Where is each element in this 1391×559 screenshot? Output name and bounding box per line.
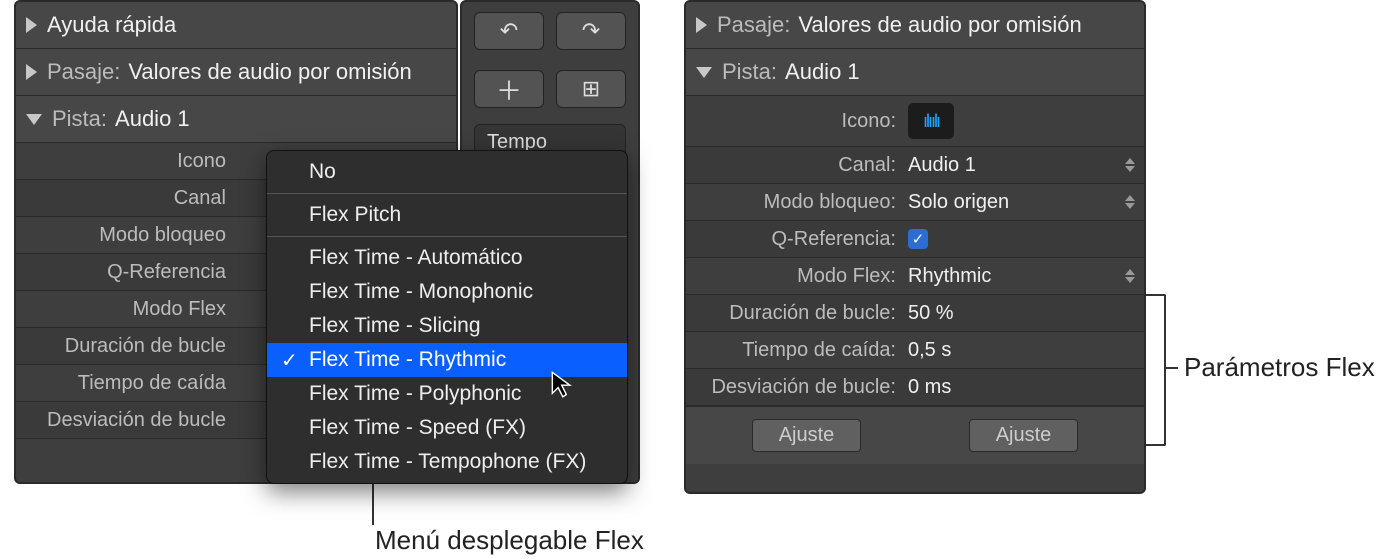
label-caida: Tiempo de caída: — [686, 339, 902, 362]
stepper-icon[interactable] — [1122, 155, 1138, 175]
value-desv[interactable]: 0 ms — [902, 376, 1144, 399]
stepper-icon[interactable] — [1122, 266, 1138, 286]
pista-value: Audio 1 — [785, 59, 860, 85]
label-qref: Q-Referencia — [16, 261, 232, 284]
label-caida: Tiempo de caída — [16, 372, 232, 395]
popup-item-mono[interactable]: Flex Time - Monophonic — [267, 275, 627, 309]
inspector-right: Pasaje: Valores de audio por omisión Pis… — [684, 0, 1146, 494]
label-dur: Duración de bucle: — [686, 302, 902, 325]
pasaje-label: Pasaje: — [717, 12, 790, 38]
callout-flex-menu: Menú desplegable Flex — [375, 525, 644, 556]
disclosure-down-icon[interactable] — [696, 67, 712, 78]
add-track-button[interactable]: ⊞ — [556, 70, 626, 108]
curve-tool-button[interactable]: ↶ — [474, 12, 544, 50]
pasaje-label: Pasaje: — [47, 59, 120, 85]
popup-item-pitch[interactable]: Flex Pitch — [267, 198, 627, 232]
bracket-stem — [1164, 367, 1178, 369]
label-canal: Canal: — [686, 154, 902, 177]
value-dur[interactable]: 50 % — [902, 302, 1144, 325]
plus-box-icon: ⊞ — [582, 76, 600, 102]
disclosure-right-icon[interactable] — [26, 64, 37, 80]
pasaje-value: Valores de audio por omisión — [128, 59, 411, 85]
bracket-icon — [1146, 294, 1166, 446]
flex-mode-popup: No Flex Pitch Flex Time - Automático Fle… — [266, 150, 628, 484]
disclosure-right-icon[interactable] — [696, 17, 707, 33]
label-bloqueo: Modo bloqueo: — [686, 191, 902, 214]
pista-header[interactable]: Pista: Audio 1 — [16, 96, 456, 143]
check-icon: ✓ — [281, 348, 298, 373]
popup-item-rhythmic-label: Flex Time - Rhythmic — [309, 348, 506, 371]
popup-item-speed[interactable]: Flex Time - Speed (FX) — [267, 411, 627, 445]
stepper-icon[interactable] — [1122, 192, 1138, 212]
label-desv: Desviación de bucle — [16, 409, 232, 432]
track-icon-button[interactable]: ılıılı — [908, 103, 954, 139]
label-bloqueo: Modo bloqueo — [16, 224, 232, 247]
value-canal[interactable]: Audio 1 — [902, 154, 1122, 177]
pasaje-value: Valores de audio por omisión — [798, 12, 1081, 38]
pasaje-header-right[interactable]: Pasaje: Valores de audio por omisión — [686, 2, 1144, 49]
value-bloqueo[interactable]: Solo origen — [902, 191, 1122, 214]
value-caida[interactable]: 0,5 s — [902, 339, 1144, 362]
popup-item-slice[interactable]: Flex Time - Slicing — [267, 309, 627, 343]
pista-header-right[interactable]: Pista: Audio 1 — [686, 49, 1144, 96]
pasaje-header[interactable]: Pasaje: Valores de audio por omisión — [16, 49, 456, 96]
label-dur: Duración de bucle — [16, 335, 232, 358]
popup-item-no[interactable]: No — [267, 155, 627, 189]
cursor-icon — [550, 370, 578, 398]
label-icono: Icono — [16, 150, 232, 173]
value-flex[interactable]: Rhythmic — [902, 265, 1122, 288]
disclosure-right-icon[interactable] — [26, 17, 37, 33]
label-flex: Modo Flex: — [686, 265, 902, 288]
pista-label: Pista: — [52, 106, 107, 132]
quick-help-label: Ayuda rápida — [47, 12, 176, 38]
redo-tool-button[interactable]: ↷ — [556, 12, 626, 50]
pista-label: Pista: — [722, 59, 777, 85]
qref-checkbox[interactable]: ✓ — [908, 229, 928, 249]
pista-value: Audio 1 — [115, 106, 190, 132]
plus-icon: ＋ — [496, 71, 522, 108]
add-button[interactable]: ＋ — [474, 70, 544, 108]
popup-item-auto[interactable]: Flex Time - Automático — [267, 241, 627, 275]
label-desv: Desviación de bucle: — [686, 376, 902, 399]
label-canal: Canal — [16, 187, 232, 210]
quick-help-header[interactable]: Ayuda rápida — [16, 2, 456, 49]
disclosure-down-icon[interactable] — [26, 114, 42, 125]
waveform-icon: ılıılı — [923, 111, 939, 132]
popup-item-tempophone[interactable]: Flex Time - Tempophone (FX) — [267, 445, 627, 479]
label-flex: Modo Flex — [16, 298, 232, 321]
ajuste-button-right[interactable]: Ajuste — [969, 419, 1079, 452]
ajuste-button-left[interactable]: Ajuste — [752, 419, 862, 452]
callout-flex-params: Parámetros Flex — [1184, 352, 1375, 383]
label-qref: Q-Referencia: — [686, 228, 902, 251]
label-icono: Icono: — [686, 110, 902, 133]
